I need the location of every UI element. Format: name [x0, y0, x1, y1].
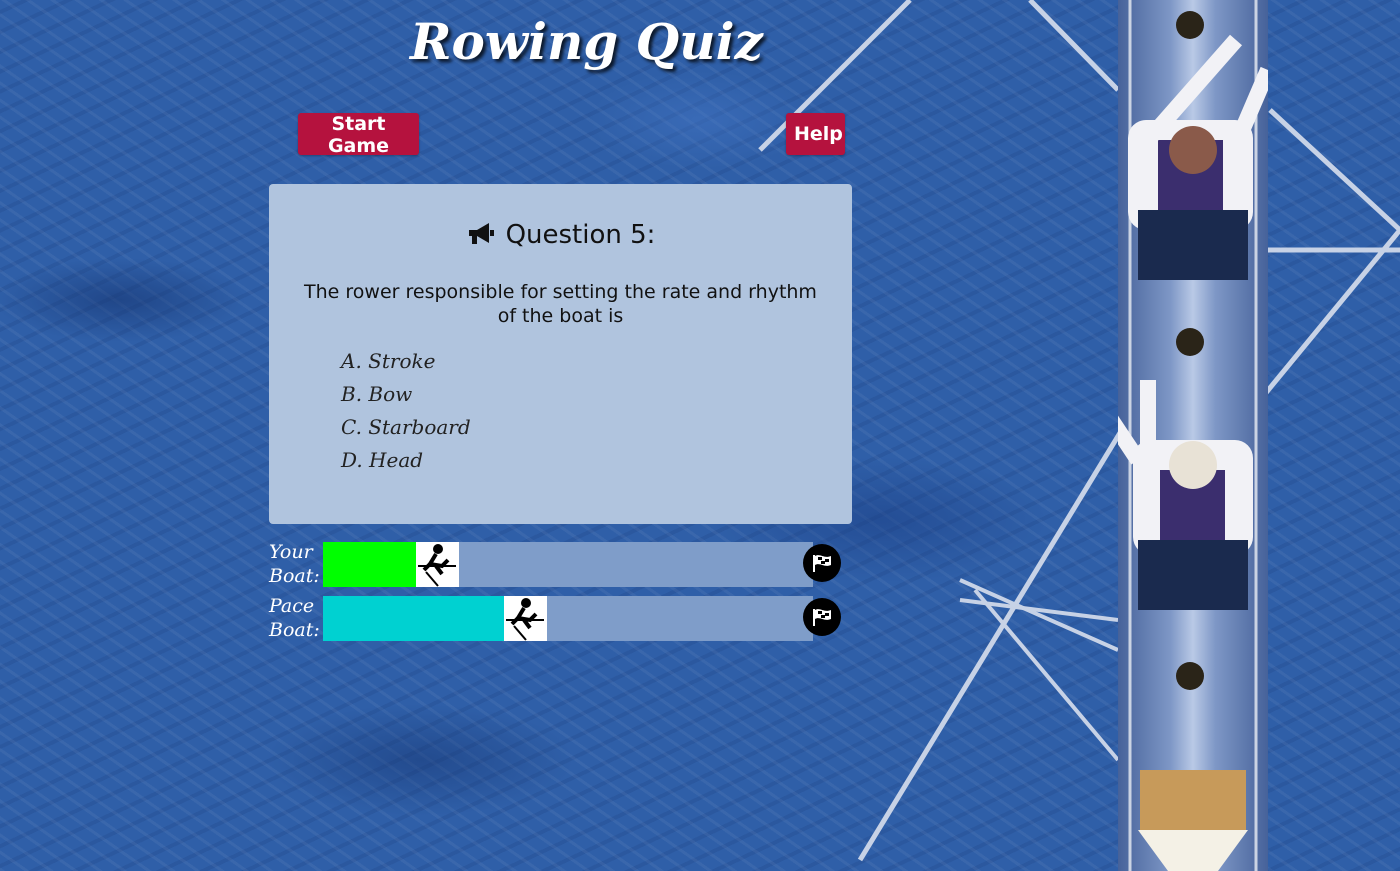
- your-boat-label-line1: Your: [269, 541, 313, 563]
- checkered-flag-icon: [803, 544, 841, 582]
- pace-boat-track: [323, 596, 813, 641]
- page-title: Rowing Quiz: [410, 12, 763, 71]
- answer-option-d[interactable]: D. Head: [341, 446, 471, 479]
- your-boat-race: Your Boat:: [269, 540, 841, 588]
- pace-boat-progress: [323, 596, 504, 641]
- your-boat-track: [323, 542, 813, 587]
- answer-option-b[interactable]: B. Bow: [341, 380, 471, 413]
- pace-boat-label-line2: Boat:: [269, 619, 320, 641]
- your-boat-label: Your Boat:: [269, 540, 321, 588]
- pace-boat-race: Pace Boat:: [269, 594, 841, 642]
- rowing-shell: [1118, 0, 1268, 871]
- pace-boat-label: Pace Boat:: [269, 594, 321, 642]
- answer-option-c[interactable]: C. Starboard: [341, 413, 471, 446]
- pace-boat-label-line1: Pace: [269, 595, 315, 617]
- answer-list: A. Stroke B. Bow C. Starboard D. Head: [341, 347, 471, 479]
- question-text: The rower responsible for setting the ra…: [304, 281, 817, 327]
- answer-option-a[interactable]: A. Stroke: [341, 347, 471, 380]
- help-button[interactable]: Help: [786, 113, 845, 155]
- question-heading: Question 5:: [269, 220, 852, 254]
- checkered-flag-icon: [803, 598, 841, 636]
- question-card: Question 5: The rower responsible for se…: [269, 184, 852, 524]
- megaphone-icon: [466, 221, 496, 254]
- rowing-icon: [504, 596, 547, 641]
- rowing-icon: [416, 542, 459, 587]
- start-game-button[interactable]: Start Game: [298, 113, 419, 157]
- question-number: Question 5:: [505, 220, 656, 250]
- your-boat-label-line2: Boat:: [269, 565, 320, 587]
- your-boat-progress: [323, 542, 416, 587]
